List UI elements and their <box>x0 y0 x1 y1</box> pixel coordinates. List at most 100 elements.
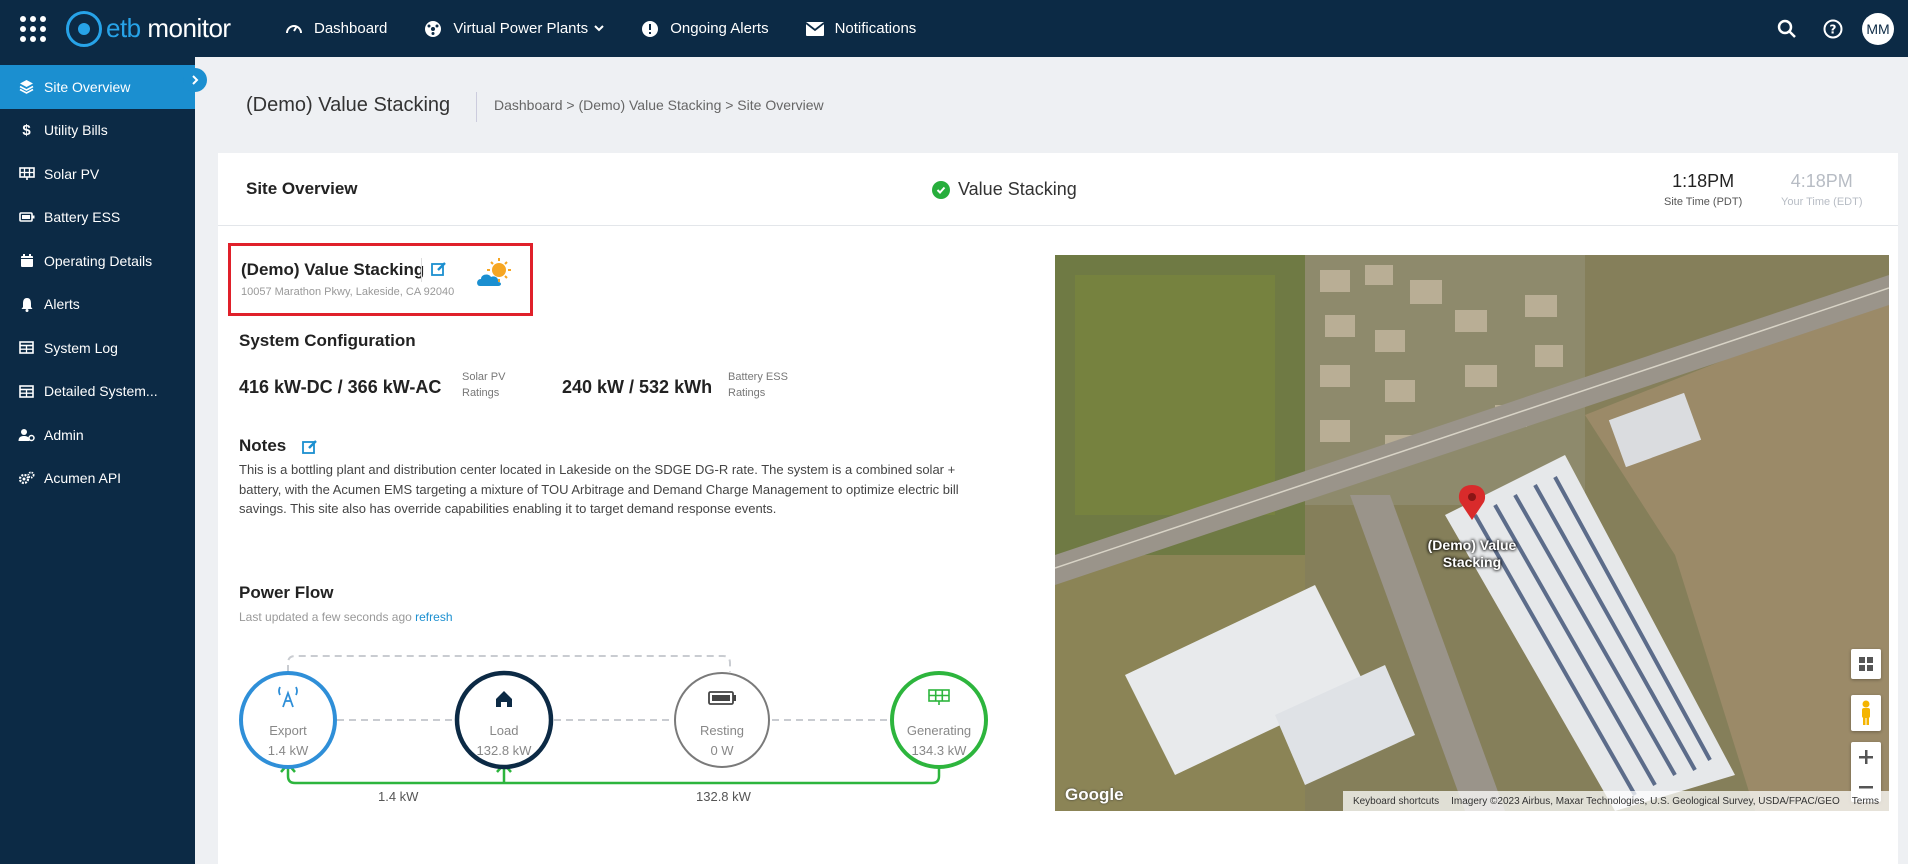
satellite-map[interactable]: (Demo) Value Stacking Google Keyboard sho… <box>1055 255 1889 811</box>
sidebar-toggle-button[interactable] <box>183 68 207 92</box>
card-title: Site Overview <box>246 179 358 198</box>
exclamation-icon <box>640 19 660 39</box>
sidebar-item-site-overview[interactable]: Site Overview <box>0 65 195 109</box>
table-icon <box>18 383 35 400</box>
site-address: 10057 Marathon Pkwy, Lakeside, CA 92040 <box>241 286 455 298</box>
street-view-button[interactable] <box>1851 695 1881 731</box>
solar-rating-label: Solar PV Ratings <box>462 371 506 399</box>
search-icon <box>1777 19 1796 38</box>
node-resting-value: 0 W <box>710 743 734 758</box>
refresh-link[interactable]: refresh <box>415 610 452 624</box>
avatar[interactable]: MM <box>1862 12 1894 45</box>
site-info-box: (Demo) Value Stacking 10057 Marathon Pkw… <box>228 243 533 316</box>
nav-ongoing-alerts[interactable]: Ongoing Alerts <box>640 0 769 57</box>
breadcrumb[interactable]: Dashboard > (Demo) Value Stacking > Site… <box>494 97 824 113</box>
keyboard-shortcuts-link[interactable]: Keyboard shortcuts <box>1353 796 1439 807</box>
battery-rating-label: Battery ESS Ratings <box>728 371 788 399</box>
zoom-in-button[interactable] <box>1858 742 1874 772</box>
power-flow-title: Power Flow <box>239 583 334 602</box>
grid-icon <box>1859 657 1873 671</box>
solar-rating-value: 416 kW-DC / 366 kW-AC <box>239 377 442 397</box>
help-icon: ? <box>1823 19 1843 38</box>
sidebar-item-label: Site Overview <box>44 78 131 95</box>
sidebar-item-label: Alerts <box>44 296 80 313</box>
envelope-icon <box>805 19 825 39</box>
node-export-label: Export <box>269 723 307 738</box>
battery-icon <box>18 209 35 226</box>
flow-load-value: 132.8 kW <box>696 789 751 804</box>
map-pin-label: (Demo) Value Stacking <box>1427 537 1517 570</box>
sidebar-item-label: Solar PV <box>44 165 100 182</box>
user-gear-icon <box>18 426 35 443</box>
nav-notifications[interactable]: Notifications <box>805 0 917 57</box>
network-icon <box>423 19 443 39</box>
nav-notifications-label: Notifications <box>834 20 917 37</box>
flow-line-generation <box>286 765 941 785</box>
sidebar-item-label: Utility Bills <box>44 122 108 139</box>
sidebar-item-label: Admin <box>44 426 84 443</box>
sidebar-item-label: Operating Details <box>44 252 153 269</box>
logo[interactable]: etb monitor <box>66 0 266 57</box>
your-time-label: Your Time (EDT) <box>1781 196 1863 208</box>
your-time: 4:18PM Your Time (EDT) <box>1781 171 1863 208</box>
map-imagery <box>1055 255 1889 811</box>
site-overview-card: Site Overview Value Stacking 1:18PM Site… <box>218 153 1898 864</box>
sidebar-item-battery-ess[interactable]: Battery ESS <box>0 196 195 240</box>
search-button[interactable] <box>1764 0 1810 57</box>
chevron-down-icon <box>594 20 604 37</box>
sidebar-item-admin[interactable]: Admin <box>0 413 195 457</box>
sidebar-item-operating-details[interactable]: Operating Details <box>0 239 195 283</box>
site-time-label: Site Time (PDT) <box>1664 196 1743 208</box>
site-name: (Demo) Value Stacking <box>241 260 425 279</box>
nav-vpp-label: Virtual Power Plants <box>453 20 589 37</box>
node-generating-label: Generating <box>906 723 972 738</box>
pegman-icon <box>1862 700 1870 725</box>
grid-icon <box>20 15 46 42</box>
map-layers-button[interactable] <box>1851 649 1881 679</box>
plus-icon <box>1859 750 1873 764</box>
edit-site-button[interactable] <box>431 261 447 277</box>
status-badge: Value Stacking <box>932 179 1077 200</box>
terms-link[interactable]: Terms <box>1852 796 1879 807</box>
edit-icon <box>302 440 317 454</box>
help-button[interactable]: ? <box>1810 0 1856 57</box>
chevron-right-icon <box>192 75 199 85</box>
sidebar-item-system-log[interactable]: System Log <box>0 326 195 370</box>
solar-panel-icon <box>18 165 35 182</box>
status-text: Value Stacking <box>958 179 1077 199</box>
logo-text: etb monitor <box>106 13 231 43</box>
top-right-tools: ? MM <box>1764 0 1908 57</box>
edit-notes-button[interactable] <box>302 439 318 455</box>
flow-export-value: 1.4 kW <box>378 789 419 804</box>
node-resting-label: Resting <box>699 723 745 738</box>
sidebar-item-acumen-api[interactable]: Acumen API <box>0 457 195 501</box>
layers-icon <box>18 78 35 95</box>
table-icon <box>18 339 35 356</box>
system-config-title: System Configuration <box>239 331 416 350</box>
weather-partly-cloudy-icon <box>475 256 515 292</box>
flow-line-top <box>287 655 731 672</box>
nav-dashboard[interactable]: Dashboard <box>284 0 387 57</box>
node-load-label: Load <box>489 723 519 738</box>
site-time-value: 1:18PM <box>1672 171 1735 191</box>
sidebar: Site Overview $ Utility Bills Solar PV B… <box>0 57 195 864</box>
sidebar-item-utility-bills[interactable]: $ Utility Bills <box>0 109 195 153</box>
sidebar-item-label: Acumen API <box>44 470 122 487</box>
sidebar-item-detailed-system[interactable]: Detailed System... <box>0 370 195 414</box>
sidebar-item-alerts[interactable]: Alerts <box>0 283 195 327</box>
sidebar-item-solar-pv[interactable]: Solar PV <box>0 152 195 196</box>
page-title: (Demo) Value Stacking <box>246 94 451 116</box>
nav-dashboard-label: Dashboard <box>314 20 388 37</box>
notes-text: This is a bottling plant and distributio… <box>239 462 959 516</box>
top-bar: etb monitor Dashboard Virtual Power Plan… <box>0 0 1908 57</box>
sidebar-item-label: Battery ESS <box>44 209 121 226</box>
nav-virtual-power-plants[interactable]: Virtual Power Plants <box>423 0 604 57</box>
gauge-icon <box>284 19 304 39</box>
bell-icon <box>18 296 35 313</box>
app-grid-button[interactable] <box>0 0 66 57</box>
edit-icon <box>431 262 446 276</box>
node-generating-value: 134.3 kW <box>911 743 967 758</box>
divider <box>421 258 422 282</box>
last-updated-text: Last updated a few seconds ago refresh <box>239 610 453 624</box>
imagery-credit: Imagery ©2023 Airbus, Maxar Technologies… <box>1451 795 1840 807</box>
